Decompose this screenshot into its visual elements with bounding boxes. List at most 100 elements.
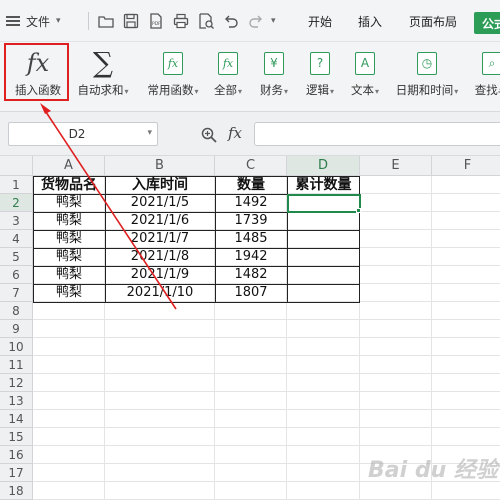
table-header-cell[interactable]: 数量 xyxy=(215,176,287,194)
print-preview-icon[interactable] xyxy=(194,9,218,33)
lookup-icon: ⌕ xyxy=(482,51,500,75)
row-header-4[interactable]: 4 xyxy=(0,230,33,248)
highlight-box xyxy=(4,43,69,101)
text-functions-button[interactable]: A 文本▾ xyxy=(345,48,385,104)
table-cell[interactable]: 1739 xyxy=(215,212,287,230)
logical-label: 逻辑 xyxy=(305,83,329,97)
row-header-2[interactable]: 2 xyxy=(0,194,33,212)
table-cell[interactable] xyxy=(287,248,360,266)
row-header-3[interactable]: 3 xyxy=(0,212,33,230)
tab-formulas[interactable]: 公式 xyxy=(474,12,500,34)
tab-start[interactable]: 开始 xyxy=(308,0,332,42)
row-header-17[interactable]: 17 xyxy=(0,464,33,482)
table-header-cell[interactable]: 累计数量 xyxy=(287,176,360,194)
chevron-down-icon: ▾ xyxy=(147,128,152,138)
table-cell[interactable]: 鸭梨 xyxy=(33,248,105,266)
column-header-b[interactable]: B xyxy=(105,156,215,176)
text-icon: A xyxy=(355,51,375,75)
table-cell[interactable] xyxy=(287,230,360,248)
row-header-7[interactable]: 7 xyxy=(0,284,33,302)
row-header-13[interactable]: 13 xyxy=(0,392,33,410)
row-header-9[interactable]: 9 xyxy=(0,320,33,338)
row-header-14[interactable]: 14 xyxy=(0,410,33,428)
table-cell[interactable]: 2021/1/7 xyxy=(105,230,215,248)
open-folder-icon[interactable] xyxy=(94,9,118,33)
row-header-11[interactable]: 11 xyxy=(0,356,33,374)
redo-icon[interactable] xyxy=(244,9,268,33)
row-header-10[interactable]: 10 xyxy=(0,338,33,356)
row-header-16[interactable]: 16 xyxy=(0,446,33,464)
text-functions-label: 文本 xyxy=(350,83,374,97)
table-cell[interactable]: 鸭梨 xyxy=(33,194,105,212)
table-cell[interactable]: 鸭梨 xyxy=(33,266,105,284)
table-cell[interactable]: 鸭梨 xyxy=(33,212,105,230)
title-bar: 文件 ▾ PDF ▾ 开始 插入 页面布局 公式 xyxy=(0,0,500,42)
active-cell-d2[interactable] xyxy=(287,194,361,213)
common-functions-label: 常用函数 xyxy=(147,83,194,97)
all-functions-button[interactable]: fx 全部▾ xyxy=(210,48,246,104)
undo-icon[interactable] xyxy=(219,9,243,33)
clock-icon: ◷ xyxy=(417,51,437,75)
table-cell[interactable]: 2021/1/5 xyxy=(105,194,215,212)
table-cell[interactable]: 1485 xyxy=(215,230,287,248)
table-cell[interactable]: 鸭梨 xyxy=(33,230,105,248)
chevron-down-icon: ▾ xyxy=(56,16,61,26)
all-functions-label: 全部 xyxy=(213,83,237,97)
fill-handle[interactable] xyxy=(356,208,361,213)
table-cell[interactable]: 1942 xyxy=(215,248,287,266)
table-cell[interactable] xyxy=(287,266,360,284)
lookup-button[interactable]: ⌕ 查找与 xyxy=(472,48,500,104)
table-border xyxy=(33,230,360,231)
tab-insert[interactable]: 插入 xyxy=(358,0,382,42)
save-icon[interactable] xyxy=(119,9,143,33)
row-header-18[interactable]: 18 xyxy=(0,482,33,500)
table-header-cell[interactable]: 入库时间 xyxy=(105,176,215,194)
file-menu[interactable]: 文件 ▾ xyxy=(6,0,86,42)
table-cell[interactable]: 2021/1/9 xyxy=(105,266,215,284)
export-pdf-icon[interactable]: PDF xyxy=(144,9,168,33)
sigma-icon: ∑ xyxy=(93,46,113,79)
table-border xyxy=(33,302,360,303)
function-icon[interactable]: fx xyxy=(228,124,242,142)
row-header-12[interactable]: 12 xyxy=(0,374,33,392)
table-cell[interactable]: 2021/1/8 xyxy=(105,248,215,266)
table-border xyxy=(215,176,216,303)
table-border xyxy=(33,248,360,249)
print-icon[interactable] xyxy=(169,9,193,33)
row-header-8[interactable]: 8 xyxy=(0,302,33,320)
star-function-icon: fx xyxy=(163,51,183,75)
table-cell[interactable] xyxy=(287,284,360,302)
table-cell[interactable]: 2021/1/10 xyxy=(105,284,215,302)
zoom-icon[interactable] xyxy=(200,126,218,144)
column-header-a[interactable]: A xyxy=(33,156,105,176)
autosum-button[interactable]: ∑ 自动求和▾ xyxy=(72,48,134,104)
formula-input[interactable] xyxy=(254,122,500,146)
table-cell[interactable]: 鸭梨 xyxy=(33,284,105,302)
column-header-d[interactable]: D xyxy=(287,156,360,176)
column-header-c[interactable]: C xyxy=(215,156,287,176)
name-box[interactable]: D2 ▾ xyxy=(8,122,158,146)
table-cell[interactable]: 2021/1/6 xyxy=(105,212,215,230)
table-cell[interactable]: 1482 xyxy=(215,266,287,284)
row-header-1[interactable]: 1 xyxy=(0,176,33,194)
chevron-down-icon[interactable]: ▾ xyxy=(271,16,276,26)
common-functions-button[interactable]: fx 常用函数▾ xyxy=(141,48,205,104)
currency-icon: ¥ xyxy=(264,51,284,75)
row-header-5[interactable]: 5 xyxy=(0,248,33,266)
formula-bar: D2 ▾ fx xyxy=(0,112,500,156)
table-header-cell[interactable]: 货物品名 xyxy=(33,176,105,194)
table-cell[interactable]: 1807 xyxy=(215,284,287,302)
column-header-e[interactable]: E xyxy=(360,156,432,176)
row-header-15[interactable]: 15 xyxy=(0,428,33,446)
date-time-button[interactable]: ◷ 日期和时间▾ xyxy=(392,48,462,104)
logical-button[interactable]: ? 逻辑▾ xyxy=(300,48,340,104)
financial-button[interactable]: ¥ 财务▾ xyxy=(254,48,294,104)
select-all-corner[interactable] xyxy=(0,156,33,176)
table-cell[interactable]: 1492 xyxy=(215,194,287,212)
spreadsheet-grid[interactable]: ABCDEF12345678910111213141516171819货物品名入… xyxy=(0,156,500,500)
autosum-label: 自动求和 xyxy=(77,83,124,97)
row-header-6[interactable]: 6 xyxy=(0,266,33,284)
column-header-f[interactable]: F xyxy=(432,156,500,176)
tab-page-layout[interactable]: 页面布局 xyxy=(409,0,457,42)
table-cell[interactable] xyxy=(287,212,360,230)
